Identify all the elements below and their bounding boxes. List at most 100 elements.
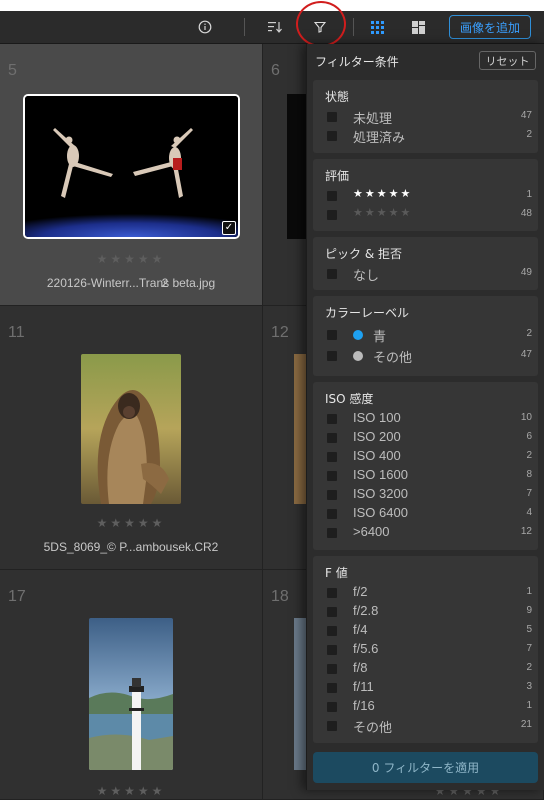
checkbox[interactable] — [327, 528, 337, 538]
reset-button[interactable]: リセット — [479, 51, 536, 70]
filter-option[interactable]: ISO 3200 7 — [325, 486, 532, 504]
info-icon[interactable] — [195, 17, 215, 37]
option-label: なし — [353, 268, 380, 283]
rating-stars[interactable]: ★★★★★ — [0, 784, 262, 798]
thumbnail-image[interactable] — [294, 354, 306, 504]
filter-option[interactable]: その他 21 — [325, 717, 532, 735]
option-label: f/8 — [353, 660, 368, 675]
filter-option[interactable]: ISO 200 6 — [325, 429, 532, 447]
filter-option[interactable]: なし 49 — [325, 265, 532, 283]
filter-option[interactable]: その他 47 — [325, 347, 532, 365]
option-count: 2 — [526, 662, 532, 673]
grid-view-icon[interactable] — [367, 17, 387, 37]
thumbnail-cell[interactable]: 5 ✓ ★★★★★ 220126-Winterr...Trans beta.jp… — [0, 44, 263, 306]
section-title: F 値 — [325, 566, 348, 580]
option-label: 未処理 — [353, 111, 393, 126]
checkbox[interactable] — [327, 269, 337, 279]
filter-option[interactable]: ★★★★★ 48 — [325, 206, 532, 224]
sort-icon[interactable] — [265, 17, 285, 37]
rating-stars[interactable]: ★★★★★ — [0, 516, 262, 530]
checkbox[interactable] — [327, 452, 337, 462]
filter-option[interactable]: 未処理 47 — [325, 108, 532, 126]
thumbnail-image[interactable] — [89, 618, 173, 770]
checkbox[interactable] — [327, 626, 337, 636]
option-count: 47 — [520, 349, 532, 360]
filter-option[interactable]: f/11 3 — [325, 679, 532, 697]
option-count: 6 — [526, 431, 532, 442]
thumbnail-image[interactable]: ✓ — [23, 94, 240, 239]
filter-highlight-circle — [296, 1, 346, 47]
option-count: 8 — [526, 469, 532, 480]
checkbox[interactable] — [327, 664, 337, 674]
option-count: 4 — [526, 507, 532, 518]
checkbox[interactable] — [327, 471, 337, 481]
filter-option[interactable]: f/2.8 9 — [325, 603, 532, 621]
section-title: ピック & 拒否 — [325, 247, 402, 261]
file-name: 5DS_8069_© P...ambousek.CR2 — [43, 540, 219, 554]
checkbox[interactable] — [327, 112, 337, 122]
rating-stars[interactable]: ★★★★★ — [0, 252, 262, 266]
filter-option[interactable]: >6400 12 — [325, 524, 532, 542]
filter-option[interactable]: 処理済み 2 — [325, 127, 532, 145]
option-count: 10 — [520, 412, 532, 423]
option-label: ISO 6400 — [353, 505, 408, 520]
checkbox[interactable] — [327, 131, 337, 141]
checkbox[interactable] — [327, 433, 337, 443]
option-count: 47 — [520, 110, 532, 121]
filter-section-pick: ピック & 拒否 なし 49 — [313, 237, 538, 290]
option-label: f/5.6 — [353, 641, 379, 656]
mosaic-view-icon[interactable] — [408, 17, 428, 37]
checkbox[interactable] — [327, 607, 337, 617]
filter-option[interactable]: f/16 1 — [325, 698, 532, 716]
selected-check-icon[interactable]: ✓ — [222, 221, 236, 235]
checkbox[interactable] — [327, 588, 337, 598]
filter-option[interactable]: ★★★★★ 1 — [325, 187, 532, 205]
filter-option[interactable]: ISO 100 10 — [325, 410, 532, 428]
checkbox[interactable] — [327, 721, 337, 731]
checkbox[interactable] — [327, 509, 337, 519]
filter-section-rating: 評価 ★★★★★ 1 ★★★★★ 48 — [313, 159, 538, 231]
option-count: 21 — [520, 719, 532, 730]
cell-number: 12 — [271, 324, 289, 341]
filter-option[interactable]: ISO 400 2 — [325, 448, 532, 466]
filter-option[interactable]: f/5.6 7 — [325, 641, 532, 659]
option-count: 1 — [526, 586, 532, 597]
checkbox[interactable] — [327, 683, 337, 693]
filter-option[interactable]: ISO 1600 8 — [325, 467, 532, 485]
checkbox[interactable] — [327, 414, 337, 424]
option-label: f/11 — [353, 679, 374, 694]
checkbox[interactable] — [327, 351, 337, 361]
thumbnail-image[interactable] — [81, 354, 181, 504]
window-top-strip — [0, 0, 544, 11]
option-count: 5 — [526, 624, 532, 635]
thumbnail-cell[interactable]: 11 ★★★★★ 5DS_8069_© P...ambousek.CR2 — [0, 306, 263, 570]
blue-color-dot-icon — [353, 330, 363, 340]
option-label: ISO 100 — [353, 410, 401, 425]
option-count: 49 — [520, 267, 532, 278]
option-label: >6400 — [353, 524, 390, 539]
apply-filter-button[interactable]: 0 フィルターを適用 — [313, 752, 538, 783]
checkbox[interactable] — [327, 645, 337, 655]
option-count: 1 — [526, 189, 532, 200]
filter-option[interactable]: f/8 2 — [325, 660, 532, 678]
thumbnail-cell[interactable]: 17 ★★★★★ — [0, 570, 263, 800]
filter-option[interactable]: ISO 6400 4 — [325, 505, 532, 523]
filter-option[interactable]: f/2 1 — [325, 584, 532, 602]
option-label: f/2 — [353, 584, 368, 599]
checkbox[interactable] — [327, 702, 337, 712]
checkbox[interactable] — [327, 210, 337, 220]
option-label: f/16 — [353, 698, 375, 713]
option-label: 青 — [373, 329, 387, 344]
filter-option[interactable]: f/4 5 — [325, 622, 532, 640]
thumbnail-image[interactable] — [294, 618, 306, 770]
option-count: 2 — [526, 129, 532, 140]
checkbox[interactable] — [327, 330, 337, 340]
option-label: ISO 3200 — [353, 486, 408, 501]
cell-number: 11 — [8, 324, 25, 341]
add-image-button[interactable]: 画像を追加 — [449, 15, 531, 39]
filter-option[interactable]: 青 2 — [325, 326, 532, 344]
checkbox[interactable] — [327, 490, 337, 500]
option-label: ISO 400 — [353, 448, 401, 463]
option-count: 12 — [520, 526, 532, 537]
checkbox[interactable] — [327, 191, 337, 201]
